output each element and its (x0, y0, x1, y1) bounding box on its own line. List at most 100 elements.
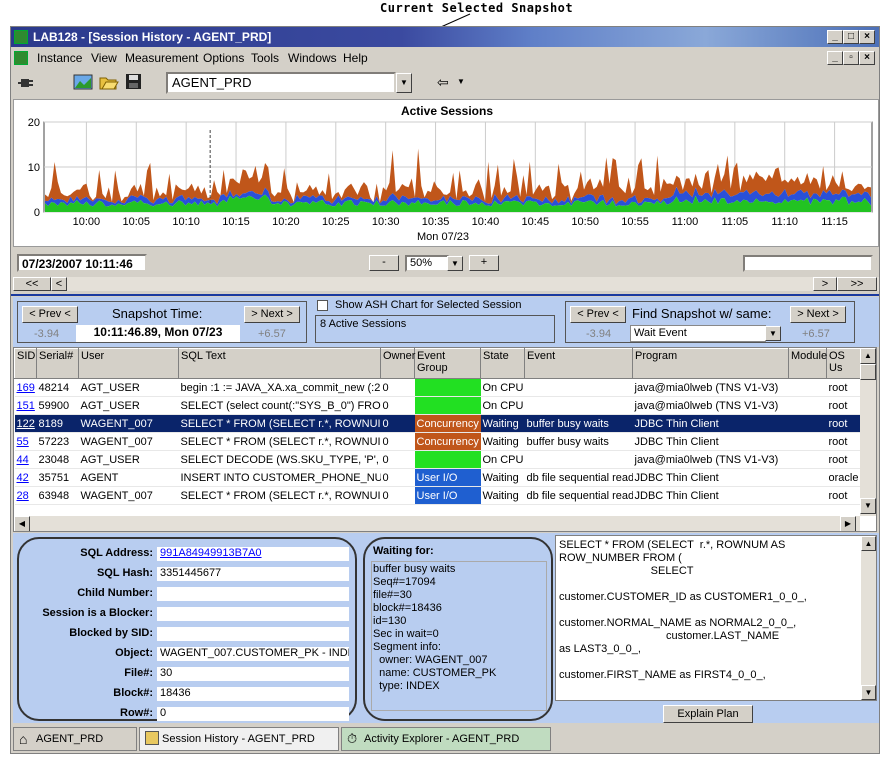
cell-os-user-text: root (828, 453, 848, 466)
cell-sid[interactable]: 151 (14, 396, 37, 415)
zoom-in-button[interactable]: + (469, 255, 499, 271)
grid-scroll-left[interactable]: ◀ (14, 516, 30, 531)
table-row[interactable]: 122 8189 WAGENT_007 SELECT * FROM (SELECT r… (14, 414, 861, 433)
scroll-prev-button[interactable]: < (51, 277, 67, 291)
save-icon[interactable] (125, 73, 143, 91)
col-state[interactable]: State (480, 348, 525, 379)
grid-scroll-thumb[interactable] (860, 364, 876, 380)
cell-program-text: JDBC Thin Client (634, 471, 719, 484)
snapshot-prev-button[interactable]: < Prev < (22, 306, 78, 323)
grid-vscrollbar[interactable]: ▲ ▼ (860, 348, 876, 516)
col-event[interactable]: Event (524, 348, 633, 379)
cell-sid[interactable]: 42 (14, 468, 37, 487)
scroll-last-button[interactable]: >> (837, 277, 877, 291)
timeline-scrollbar[interactable]: << < > >> (13, 277, 879, 291)
col-sid[interactable]: SID (14, 348, 37, 379)
grid-scroll-down[interactable]: ▼ (860, 498, 876, 514)
cell-serial-text: 48214 (38, 381, 70, 394)
back-dropdown-icon[interactable]: ▼ (457, 77, 465, 86)
menu-tools[interactable]: Tools (251, 51, 279, 65)
sql-scroll-up[interactable]: ▲ (861, 536, 876, 551)
x-tick-label: 10:55 (621, 216, 649, 228)
find-criteria-select[interactable]: Wait Event (630, 325, 766, 342)
sql-line: ROW_NUMBER FROM ( (559, 552, 682, 564)
cell-sid[interactable]: 44 (14, 450, 37, 469)
sql-address-value[interactable]: 991A84949913B7A0 (157, 547, 349, 561)
menu-view[interactable]: View (91, 51, 117, 65)
cell-sid[interactable]: 55 (14, 432, 37, 451)
cell-os-user: root (826, 378, 861, 397)
col-event-group[interactable]: Event Group (414, 348, 481, 379)
menu-help[interactable]: Help (343, 51, 368, 65)
col-owner[interactable]: Owner (380, 348, 415, 379)
timeline-controls: 07/23/2007 10:11:46 - 50% ▼ + (13, 251, 879, 275)
doc-minimize-button[interactable]: _ (827, 51, 843, 65)
cell-sql-text: SELECT * FROM (SELECT r.*, ROWNUI (178, 414, 381, 433)
maximize-button[interactable]: □ (843, 30, 859, 44)
table-row[interactable]: 151 59900 AGT_USER SELECT (select count(:"S… (14, 396, 861, 415)
tab-session-history[interactable]: Session History - AGENT_PRD (139, 727, 339, 751)
chart-icon[interactable] (73, 73, 93, 91)
doc-close-button[interactable]: × (859, 51, 875, 65)
active-sessions-chart[interactable]: Active Sessions 10:00 10:05 10:10 10:15 10:2… (13, 99, 879, 247)
tab-activity-explorer[interactable]: ⏱ Activity Explorer - AGENT_PRD (341, 727, 551, 751)
scroll-first-button[interactable]: << (13, 277, 51, 291)
menu-measurement[interactable]: Measurement (125, 51, 198, 65)
grid-scroll-up[interactable]: ▲ (860, 348, 876, 364)
back-arrow-icon[interactable]: ⇦ (437, 74, 449, 91)
zoom-dropdown-button[interactable]: ▼ (447, 256, 463, 271)
table-row[interactable]: 44 23048 AGT_USER SELECT DECODE (WS.SKU_TYP… (14, 450, 861, 469)
grid-scroll-right[interactable]: ▶ (840, 516, 856, 531)
cell-sid[interactable]: 169 (14, 378, 37, 397)
waiting-line: file#=30 (373, 589, 412, 601)
sql-line: SELECT (559, 565, 694, 577)
menu-options[interactable]: Options (203, 51, 244, 65)
ash-chart-checkbox[interactable] (317, 300, 328, 311)
col-module[interactable]: Module (788, 348, 827, 379)
minimize-button[interactable]: _ (827, 30, 843, 44)
find-prev-button[interactable]: < Prev < (570, 306, 626, 323)
menu-instance[interactable]: Instance (37, 51, 82, 65)
cell-owner-text: 0 (382, 453, 389, 466)
cell-sql-text: SELECT * FROM (SELECT r.*, ROWNUI (178, 432, 381, 451)
snapshot-next-button[interactable]: > Next > (244, 306, 300, 323)
sql-text-scrollbar[interactable]: ▲ ▼ (861, 536, 876, 700)
open-folder-icon[interactable] (99, 73, 119, 91)
timeline-search-field[interactable] (743, 255, 873, 272)
zoom-out-button[interactable]: - (369, 255, 399, 271)
cell-state: Waiting (480, 486, 525, 505)
col-program[interactable]: Program (632, 348, 789, 379)
instance-select[interactable]: AGENT_PRD (166, 72, 396, 94)
table-row[interactable]: 169 48214 AGT_USER begin :1 := JAVA_XA.xa_c… (14, 378, 861, 397)
table-row[interactable]: 55 57223 WAGENT_007 SELECT * FROM (SELECT r… (14, 432, 861, 451)
cell-os-user-text: root (828, 435, 848, 448)
grid-hscrollbar[interactable]: ◀ ▶ (14, 516, 860, 531)
zoom-select[interactable]: 50% (405, 255, 449, 272)
chart-canvas[interactable]: 10:00 10:05 10:10 10:15 10:20 10:25 10:30 10:35… (14, 100, 880, 248)
doc-restore-button[interactable]: ▫ (843, 51, 859, 65)
menu-windows[interactable]: Windows (288, 51, 337, 65)
explain-plan-button[interactable]: Explain Plan (663, 705, 753, 723)
timeline-datetime[interactable]: 07/23/2007 10:11:46 (17, 254, 147, 272)
instance-select-value: AGENT_PRD (172, 75, 252, 90)
find-next-button[interactable]: > Next > (790, 306, 846, 323)
sql-address-label: SQL Address: (80, 547, 153, 559)
table-row[interactable]: 42 35751 AGENT INSERT INTO CUSTOMER_PHONE_N… (14, 468, 861, 487)
col-serial[interactable]: Serial# (36, 348, 79, 379)
scroll-next-button[interactable]: > (813, 277, 837, 291)
cell-state-text: Waiting (482, 489, 519, 502)
col-sql-text[interactable]: SQL Text (178, 348, 381, 379)
close-button[interactable]: × (859, 30, 875, 44)
col-os-user[interactable]: OS Us (826, 348, 861, 379)
sql-text-area[interactable]: SELECT * FROM (SELECT r.*, ROWNUM AS ROW_… (555, 535, 877, 701)
cell-sid[interactable]: 122 (14, 414, 37, 433)
col-user[interactable]: User (78, 348, 179, 379)
table-row[interactable]: 28 63948 WAGENT_007 SELECT * FROM (SELECT r… (14, 486, 861, 505)
cell-sid[interactable]: 28 (14, 486, 37, 505)
instance-dropdown-button[interactable]: ▼ (396, 73, 412, 93)
cell-program-text: java@mia0lweb (TNS V1-V3) (634, 381, 779, 394)
find-criteria-dropdown[interactable]: ▼ (765, 326, 781, 341)
tab-agent-prd[interactable]: ⌂ AGENT_PRD (13, 727, 137, 751)
sql-scroll-down[interactable]: ▼ (861, 685, 876, 700)
plug-icon[interactable] (17, 73, 35, 91)
